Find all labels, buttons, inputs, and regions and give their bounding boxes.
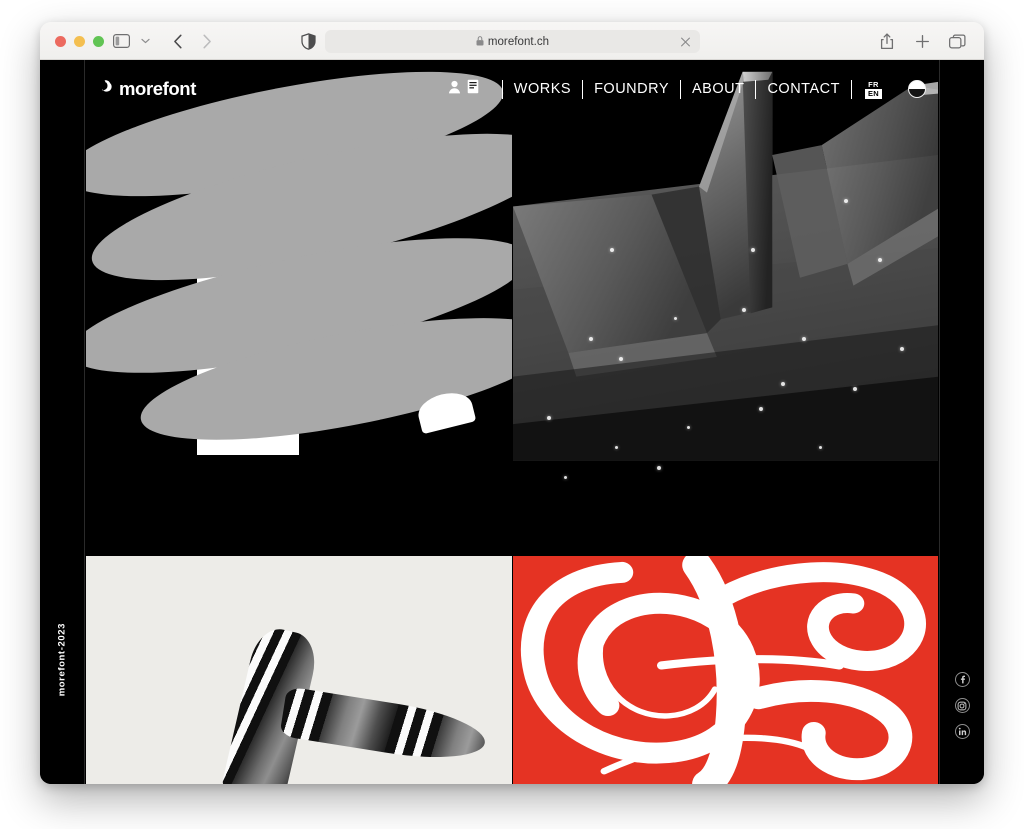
speck	[759, 406, 764, 411]
privacy-shield-icon[interactable]	[297, 31, 319, 51]
close-window-button[interactable]	[55, 36, 66, 47]
theme-toggle-icon[interactable]	[908, 80, 926, 98]
speck	[899, 347, 904, 352]
nav-link-works[interactable]: WORKS	[514, 81, 571, 97]
toolbar-right-controls	[874, 30, 970, 52]
nav-divider	[755, 79, 757, 99]
nav-link-about[interactable]: ABOUT	[692, 81, 744, 97]
right-rail-socials	[939, 60, 984, 784]
back-button[interactable]	[165, 30, 191, 52]
nav-divider	[501, 79, 503, 99]
sidebar-toggle-icon[interactable]	[108, 30, 134, 52]
nav-link-foundry[interactable]: FOUNDRY	[594, 81, 669, 97]
letter-f-composition	[86, 60, 512, 465]
hero-tile-3d-folds[interactable]	[512, 60, 938, 555]
nav-divider	[680, 79, 681, 99]
window-traffic-lights	[55, 36, 104, 47]
new-tab-icon[interactable]	[909, 30, 935, 52]
language-option-fr[interactable]: FR	[865, 80, 882, 90]
striped-leg-lower	[279, 686, 489, 768]
minimize-window-button[interactable]	[74, 36, 85, 47]
forward-button[interactable]	[194, 30, 220, 52]
nav-icon-group	[448, 79, 491, 99]
site-header: morefont WORKS FOUNDRY ABOUT CONTACT FR …	[86, 60, 938, 118]
browser-toolbar: morefont.ch	[40, 22, 984, 60]
script-letterform	[520, 556, 926, 784]
hero-grid	[86, 60, 938, 784]
person-icon[interactable]	[448, 80, 461, 99]
address-bar[interactable]: morefont.ch	[325, 30, 700, 53]
speck	[657, 465, 662, 470]
instagram-icon[interactable]	[954, 698, 970, 713]
speck	[742, 307, 747, 312]
vertical-credit-text: morefont-2023	[56, 622, 68, 696]
address-bar-content: morefont.ch	[476, 33, 549, 51]
hero-tile-letter-f[interactable]	[86, 60, 512, 555]
url-text: morefont.ch	[487, 35, 550, 48]
speck	[614, 446, 618, 450]
speck	[801, 337, 806, 342]
speck	[750, 248, 755, 253]
speck	[780, 381, 785, 386]
site-nav: WORKS FOUNDRY ABOUT CONTACT FR EN	[448, 78, 926, 100]
facebook-icon[interactable]	[954, 672, 970, 687]
browser-window: morefont.ch morefont-2023 morefont WORKS…	[40, 22, 984, 784]
toolbar-left-controls	[108, 30, 220, 52]
language-toggle[interactable]: FR EN	[864, 80, 882, 99]
document-icon[interactable]	[467, 79, 479, 99]
site-logo[interactable]: morefont	[100, 78, 196, 100]
language-option-en[interactable]: EN	[864, 89, 882, 99]
hero-tile-striped-legs[interactable]	[86, 556, 512, 784]
nav-divider	[850, 79, 852, 99]
left-rail: morefont-2023	[40, 60, 85, 784]
hero-tile-red-script[interactable]	[512, 556, 938, 784]
lock-icon	[476, 33, 484, 51]
site-logo-text: morefont	[119, 78, 196, 99]
page-viewport: morefont-2023 morefont WORKS FOUNDRY ABO…	[40, 60, 984, 784]
speck	[852, 386, 857, 391]
tab-overview-icon[interactable]	[944, 30, 970, 52]
nav-link-contact[interactable]: CONTACT	[767, 81, 840, 97]
stop-loading-icon[interactable]	[679, 35, 692, 48]
share-icon[interactable]	[874, 30, 900, 52]
3d-fold-render	[512, 60, 938, 461]
zoom-window-button[interactable]	[93, 36, 104, 47]
speck	[818, 446, 822, 450]
nav-divider	[582, 79, 584, 99]
speck	[618, 357, 623, 361]
morefont-mark-icon	[100, 79, 114, 99]
linkedin-icon[interactable]	[954, 724, 970, 739]
chevron-down-icon[interactable]	[137, 30, 153, 52]
speck	[563, 475, 567, 479]
